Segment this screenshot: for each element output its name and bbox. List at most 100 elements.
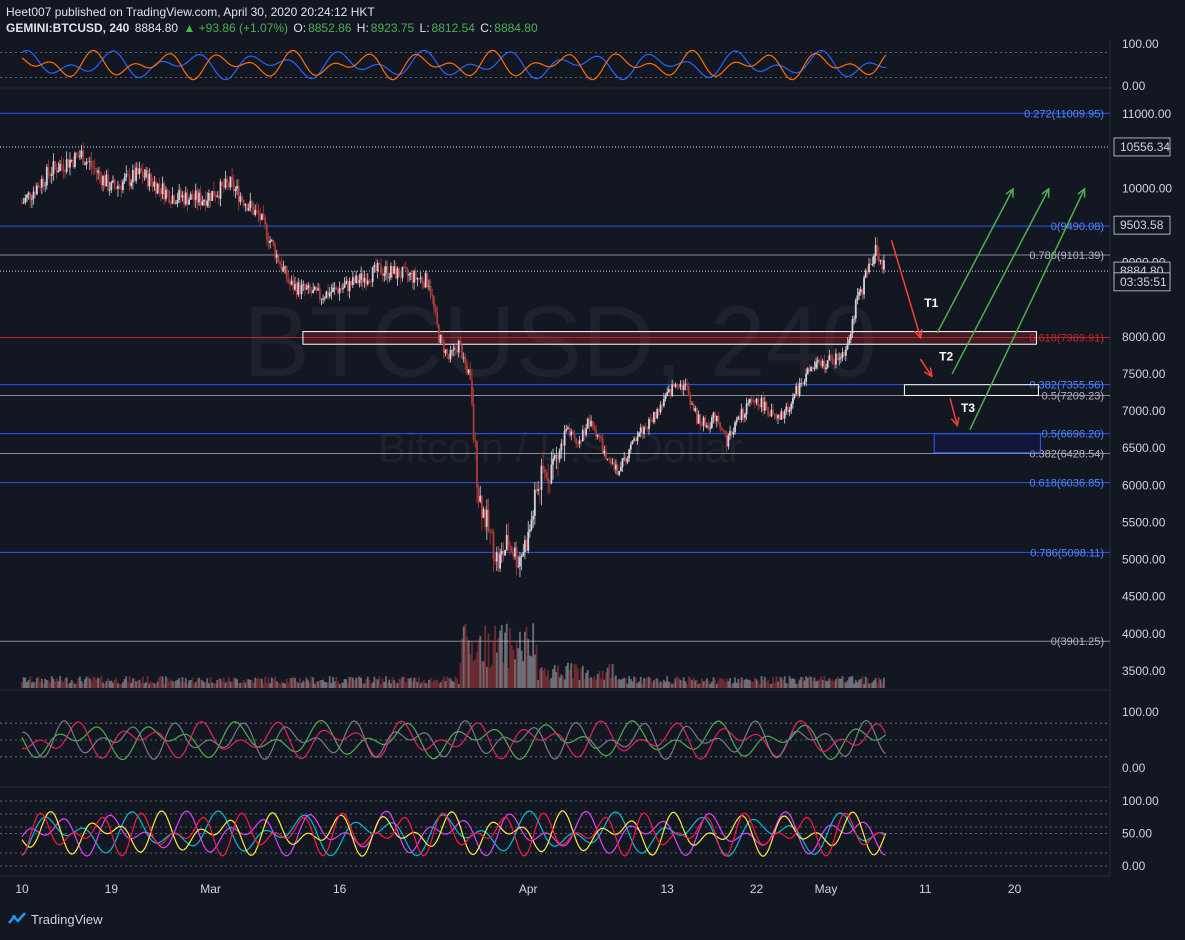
candle-body bbox=[44, 185, 47, 187]
volume-bar bbox=[347, 683, 349, 688]
candle-body bbox=[158, 183, 161, 189]
candle-body bbox=[289, 282, 291, 285]
volume-bar bbox=[777, 681, 779, 688]
candle-body bbox=[234, 189, 237, 192]
candle-body bbox=[399, 276, 402, 278]
volume-bar bbox=[302, 680, 305, 688]
volume-bar bbox=[803, 680, 806, 688]
volume-bar bbox=[615, 675, 617, 688]
candle-body bbox=[710, 417, 713, 428]
volume-bar bbox=[214, 683, 217, 688]
candle-body bbox=[251, 200, 253, 207]
candle-body bbox=[222, 185, 225, 188]
footer-brand[interactable]: TradingView bbox=[31, 912, 103, 927]
candle-body bbox=[57, 170, 60, 173]
candle-body bbox=[342, 287, 344, 290]
candle-body bbox=[818, 360, 821, 362]
candle-body bbox=[173, 195, 176, 204]
candle-body bbox=[231, 176, 233, 181]
candle-body bbox=[873, 256, 875, 265]
volume-bar bbox=[634, 677, 637, 688]
candle-body bbox=[767, 407, 769, 416]
volume-bar bbox=[763, 676, 766, 688]
volume-bar bbox=[762, 679, 765, 688]
candle-body bbox=[464, 357, 467, 364]
volume-bar bbox=[456, 678, 458, 688]
volume-bar bbox=[65, 677, 68, 688]
candle-body bbox=[307, 285, 310, 288]
candle-body bbox=[163, 183, 166, 200]
volume-bar bbox=[328, 676, 331, 688]
volume-bar bbox=[251, 679, 253, 688]
volume-bar bbox=[75, 683, 78, 688]
x-tick-label: 19 bbox=[105, 882, 119, 896]
volume-bar bbox=[421, 681, 424, 688]
candle-body bbox=[42, 178, 45, 186]
candle-body bbox=[280, 264, 283, 271]
candle-body bbox=[411, 272, 414, 283]
volume-bar bbox=[337, 681, 339, 688]
candle-body bbox=[348, 281, 351, 292]
volume-bar bbox=[793, 679, 796, 688]
volume-bar bbox=[608, 664, 611, 688]
candle-body bbox=[830, 355, 832, 358]
candle-body bbox=[274, 244, 277, 258]
candle-body bbox=[505, 535, 508, 551]
volume-bar bbox=[853, 683, 856, 688]
y-tick-label: 6500.00 bbox=[1122, 441, 1166, 455]
volume-bar bbox=[838, 678, 841, 688]
candle-body bbox=[216, 195, 219, 197]
volume-bar bbox=[213, 683, 215, 688]
volume-bar bbox=[697, 683, 700, 688]
candle-body bbox=[47, 167, 50, 175]
candle-body bbox=[492, 531, 495, 560]
candle-body bbox=[360, 273, 363, 281]
candle-body bbox=[394, 266, 397, 279]
candle-body bbox=[213, 190, 215, 197]
candle-body bbox=[122, 181, 124, 191]
candle-body bbox=[558, 450, 561, 460]
volume-bar bbox=[393, 680, 396, 688]
candle-body bbox=[810, 367, 813, 372]
volume-bar bbox=[750, 681, 753, 688]
candle-body bbox=[633, 438, 635, 441]
candle-body bbox=[125, 173, 128, 178]
volume-bar bbox=[490, 665, 493, 688]
candle-body bbox=[135, 167, 138, 181]
volume-bar bbox=[178, 678, 181, 688]
candle-body bbox=[249, 200, 252, 208]
candle-body bbox=[861, 289, 864, 295]
candle-body bbox=[437, 324, 440, 343]
candle-body bbox=[515, 547, 518, 567]
volume-bar bbox=[613, 677, 616, 688]
volume-bar bbox=[64, 678, 66, 688]
volume-bar bbox=[704, 680, 707, 688]
candle-body bbox=[426, 272, 429, 287]
volume-bar bbox=[198, 677, 200, 688]
volume-bar bbox=[227, 676, 230, 688]
tradingview-logo-icon[interactable] bbox=[8, 910, 26, 928]
volume-bar bbox=[22, 676, 25, 688]
candle-body bbox=[65, 159, 68, 172]
candle-body bbox=[712, 412, 715, 418]
volume-bar bbox=[32, 681, 35, 688]
volume-bar bbox=[524, 631, 526, 688]
volume-bar bbox=[153, 683, 156, 688]
volume-bar bbox=[527, 639, 530, 688]
volume-bar bbox=[151, 682, 154, 688]
price-chart[interactable]: BTCUSD, 240Bitcoin / U.S. Dollar0.272(11… bbox=[0, 0, 1185, 940]
volume-bar bbox=[80, 681, 83, 688]
volume-bar bbox=[619, 679, 622, 688]
candle-body bbox=[795, 386, 798, 395]
candle-body bbox=[762, 397, 765, 411]
candle-body bbox=[816, 360, 819, 363]
fib-level-label: 0.786(5098.11) bbox=[1030, 547, 1104, 559]
volume-bar bbox=[629, 679, 632, 688]
candle-body bbox=[325, 291, 328, 299]
candle-body bbox=[737, 416, 740, 420]
candle-body bbox=[378, 262, 381, 265]
volume-bar bbox=[201, 680, 204, 688]
volume-bar bbox=[62, 681, 65, 688]
volume-bar bbox=[783, 676, 786, 688]
candle-body bbox=[371, 267, 374, 282]
